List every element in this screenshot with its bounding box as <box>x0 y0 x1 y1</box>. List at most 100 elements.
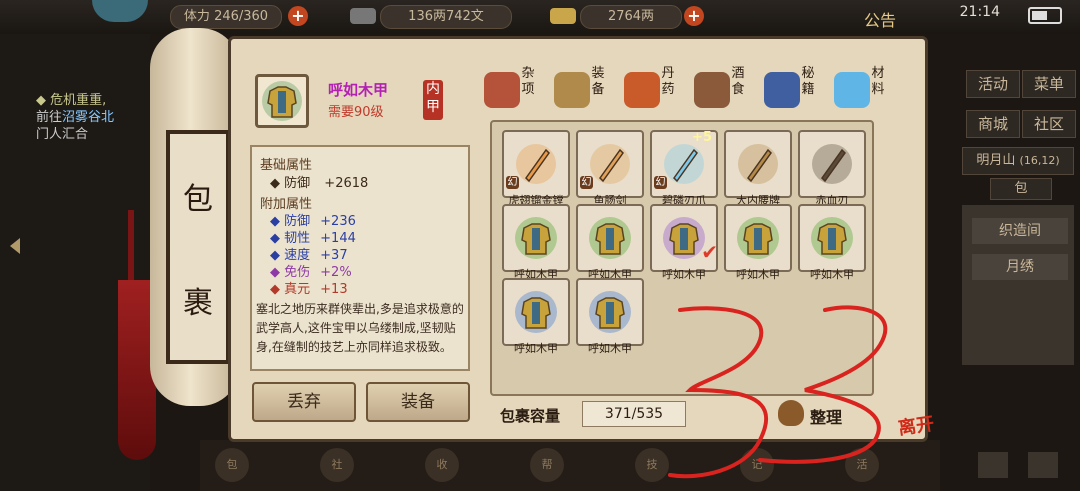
category-tab[interactable]: 秘籍 <box>764 66 828 112</box>
stamina-label: 体力 <box>183 9 210 24</box>
extra-attr-row: ◆ 真元 +13 <box>270 278 348 297</box>
inventory-slot[interactable]: 幻 <box>576 130 644 198</box>
armor-icon <box>808 214 856 262</box>
item-name: 呼如木甲 <box>328 81 389 99</box>
category-tab[interactable]: 杂项 <box>484 66 548 112</box>
stamina-display: 体力 246/360 <box>170 5 282 29</box>
item-label: 呼如木甲 <box>662 268 706 281</box>
quest-text: 前往 <box>36 110 63 125</box>
inventory-slot[interactable] <box>798 130 866 198</box>
category-tab[interactable]: 材料 <box>834 66 898 112</box>
category-icon <box>484 72 520 108</box>
clock: 21:14 <box>959 4 1000 20</box>
shop-button[interactable]: 商城 <box>966 110 1020 138</box>
bottom-nav-item[interactable]: 收 <box>425 448 459 482</box>
quest-tracker[interactable]: ◆ 危机重重, 前往沼雾谷北 门人汇合 <box>36 92 114 143</box>
scroll-title: 包 裹 <box>166 130 230 364</box>
location-display: 明月山 (16,12) <box>962 147 1074 175</box>
discard-button[interactable]: 丢弃 <box>252 382 356 422</box>
attr-label: 真元 <box>284 282 311 297</box>
category-icon <box>834 72 870 108</box>
item-requirement: 需要90级 <box>328 105 384 120</box>
item-label: 呼如木甲 <box>810 268 854 281</box>
side-list-item[interactable]: 月绣 <box>972 254 1068 280</box>
attr-value: +2618 <box>324 176 369 191</box>
enhance-level: +5 <box>692 130 712 145</box>
inventory-slot[interactable]: ✔ <box>650 204 718 272</box>
armor-icon <box>512 288 560 336</box>
quest-text-2: 门人汇合 <box>36 127 89 142</box>
menu-button[interactable]: 菜单 <box>1022 70 1076 98</box>
location-coords: (16,12) <box>1019 154 1060 167</box>
item-label: 呼如木甲 <box>514 342 558 355</box>
item-description: 塞北之地历来群侠辈出,多是追求极意的武学高人,这件宝甲以乌缕制成,坚韧贴身,在缝… <box>256 302 464 354</box>
diamond-icon: ◆ <box>270 176 280 191</box>
bottom-nav-item[interactable]: 包 <box>215 448 249 482</box>
add-silver-button[interactable]: + <box>684 6 704 26</box>
item-icon <box>512 140 560 188</box>
silver-icon <box>550 8 576 24</box>
battery-icon <box>1028 7 1062 24</box>
illusion-tag: 幻 <box>580 176 593 189</box>
location-name: 明月山 <box>976 153 1016 168</box>
armor-icon <box>586 214 634 262</box>
armor-icon <box>262 81 302 121</box>
inventory-slot[interactable] <box>502 204 570 272</box>
illusion-tag: 幻 <box>506 176 519 189</box>
category-icon <box>554 72 590 108</box>
inventory-slot[interactable]: 幻 +5 <box>650 130 718 198</box>
category-label: 装备 <box>591 66 605 97</box>
copper-display: 136两742文 <box>380 5 512 29</box>
inventory-slot[interactable] <box>798 204 866 272</box>
community-button[interactable]: 社区 <box>1022 110 1076 138</box>
selected-item-icon <box>255 74 309 128</box>
category-tab[interactable]: 丹药 <box>624 66 688 112</box>
inventory-slot[interactable] <box>724 204 792 272</box>
handwriting-scribble <box>668 305 888 479</box>
illusion-tag: 幻 <box>654 176 667 189</box>
attr-value: +13 <box>320 282 348 297</box>
top-bar <box>0 0 1080 34</box>
stamina-value: 246/360 <box>214 9 269 24</box>
category-icon <box>764 72 800 108</box>
scroll-title-char: 包 <box>183 182 213 217</box>
silver-display: 2764两 <box>580 5 682 29</box>
armor-icon <box>512 214 560 262</box>
base-attr-row: ◆ 防御 +2618 <box>270 172 368 191</box>
inventory-slot[interactable] <box>724 130 792 198</box>
bottom-nav-item[interactable]: 帮 <box>530 448 564 482</box>
capacity-label: 包裹容量 <box>500 407 561 425</box>
bottom-nav-item[interactable]: 社 <box>320 448 354 482</box>
inventory-slot[interactable]: 幻 <box>502 130 570 198</box>
add-stamina-button[interactable]: + <box>288 6 308 26</box>
side-list-item[interactable]: 织造间 <box>972 218 1068 244</box>
quest-title: 危机重重, <box>50 93 107 108</box>
item-label: 呼如木甲 <box>588 342 632 355</box>
inventory-slot[interactable] <box>502 278 570 346</box>
armor-icon <box>586 288 634 336</box>
category-label: 酒食 <box>731 66 745 97</box>
category-icon <box>624 72 660 108</box>
side-bottom-button[interactable] <box>978 452 1008 478</box>
bag-tab[interactable]: 包 <box>990 178 1052 200</box>
scroll-title-char: 裹 <box>183 286 213 321</box>
item-icon <box>660 140 708 188</box>
activity-button[interactable]: 活动 <box>966 70 1020 98</box>
category-label: 材料 <box>871 66 885 97</box>
diamond-icon: ◆ <box>36 93 46 108</box>
diamond-icon: ◆ <box>270 282 280 297</box>
notice-button[interactable]: 公告 <box>864 7 900 31</box>
slot-seal: 内甲 <box>423 80 443 120</box>
inventory-slot[interactable] <box>576 278 644 346</box>
side-bottom-button[interactable] <box>1028 452 1058 478</box>
collapse-arrow-icon[interactable] <box>10 238 20 254</box>
equip-button[interactable]: 装备 <box>366 382 470 422</box>
category-tab[interactable]: 酒食 <box>694 66 758 112</box>
item-icon <box>586 140 634 188</box>
item-label: 呼如木甲 <box>736 268 780 281</box>
category-tab[interactable]: 装备 <box>554 66 618 112</box>
category-icon <box>694 72 730 108</box>
base-attr-heading: 基础属性 <box>260 158 313 173</box>
tassel-rope <box>128 210 134 290</box>
inventory-slot[interactable] <box>576 204 644 272</box>
